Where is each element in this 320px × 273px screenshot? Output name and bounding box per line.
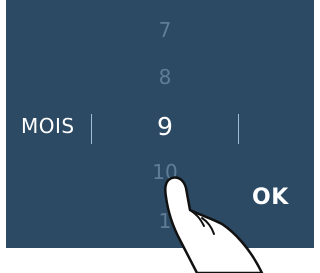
pointing-hand-icon [164,176,264,273]
